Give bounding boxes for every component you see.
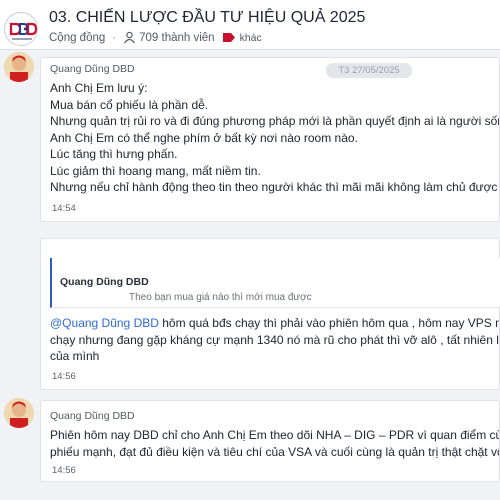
message-author[interactable]: Quang Dũng DBD (50, 410, 135, 422)
message-time: 14:56 (52, 465, 76, 476)
avatar[interactable] (4, 398, 34, 428)
message-line: Anh Chị Em lưu ý: (50, 81, 148, 95)
message-author[interactable]: Quang Dũng DBD (50, 63, 135, 75)
message-time: 14:54 (52, 203, 76, 214)
message-line: Mua bán cổ phiếu là phần dễ. (50, 97, 209, 112)
tag-icon (222, 33, 235, 42)
group-meta: Cộng đồng · 709 thành viên khác (49, 31, 262, 44)
message-card: Quang Dũng DBD Phiên hôm nay DBD chỉ cho… (40, 400, 500, 482)
tag-label: khác (239, 31, 262, 44)
user-avatar-icon (4, 52, 34, 82)
quote-author: Quang Dũng DBD (60, 276, 149, 288)
message-line: Nhưng nếu chỉ hành động theo tin theo ng… (50, 180, 500, 194)
group-title: 03. CHIẾN LƯỢC ĐẦU TƯ HIỆU QUẢ 2025 (49, 9, 366, 26)
message-line: phiếu mạnh, đạt đủ điều kiện và tiêu chí… (50, 444, 500, 459)
quote-text: Theo bạn mua giá nào thì mới mua được (129, 292, 312, 303)
message-card: Quang Dũng DBD Anh Chị Em lưu ý: Mua bán… (40, 57, 500, 222)
message-body: Phiên hôm nay DBD chỉ cho Anh Chị Em the… (50, 427, 500, 460)
avatar[interactable] (4, 52, 34, 82)
message-line: của mình (50, 349, 100, 363)
mention-link[interactable]: @Quang Dũng DBD (50, 316, 159, 330)
message-line: chạy nhưng đang gặp kháng cự mạnh 1340 n… (50, 332, 500, 347)
group-header: 03. CHIẾN LƯỢC ĐẦU TƯ HIỆU QUẢ 2025 Cộng… (0, 0, 500, 50)
date-badge: T3 27/05/2025 (326, 63, 412, 78)
tag-badge[interactable]: khác (222, 31, 262, 44)
group-avatar[interactable] (4, 12, 38, 46)
message-line: Nhưng quản trị rủi ro và đi đúng phương … (50, 114, 500, 128)
message-line: @Quang Dũng DBD hôm quá bđs chạy thì phả… (50, 315, 500, 332)
message-body: @Quang Dũng DBD hôm quá bđs chạy thì phả… (50, 315, 500, 365)
message-body: Anh Chị Em lưu ý: Mua bán cổ phiếu là ph… (50, 80, 500, 196)
reply-quote[interactable]: Quang Dũng DBD Theo bạn mua giá nào thì … (50, 258, 500, 308)
message-line: Phiên hôm nay DBD chỉ cho Anh Chị Em the… (50, 428, 500, 442)
message-line: Anh Chị Em có thể nghe phím ở bất kỳ nơi… (50, 130, 358, 145)
category-label[interactable]: Cộng đồng (49, 32, 105, 44)
message-time: 14:56 (52, 371, 76, 382)
message-line: Lúc giảm thì hoang mang, mất niềm tin. (50, 163, 261, 178)
separator-dot: · (112, 31, 117, 44)
message-text: hôm quá bđs chạy thì phải vào phiên hôm … (158, 316, 500, 330)
message-line: Lúc tăng thì hưng phấn. (50, 147, 178, 161)
members-label: 709 thành viên (139, 31, 215, 44)
user-avatar-icon (4, 398, 34, 428)
dbd-logo-icon (8, 22, 37, 40)
members-count[interactable]: 709 thành viên (123, 31, 215, 44)
person-icon (124, 31, 136, 44)
